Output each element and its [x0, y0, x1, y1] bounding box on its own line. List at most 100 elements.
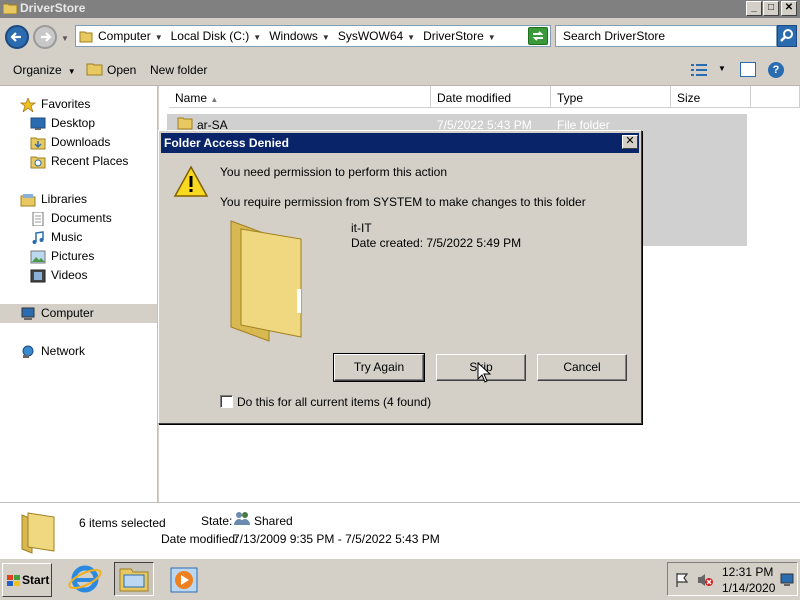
breadcrumb-item[interactable]: Local Disk (C:) ▼ — [171, 29, 262, 43]
refresh-icon — [532, 31, 544, 41]
navigation-pane: Favorites Desktop Downloads Recent Place… — [0, 86, 158, 502]
downloads-folder-icon — [30, 137, 46, 150]
try-again-button[interactable]: Try Again — [333, 353, 425, 382]
network-icon — [22, 345, 34, 358]
folder-icon — [230, 220, 302, 342]
nav-item-music[interactable]: Music — [30, 230, 82, 245]
dialog-title-bar: Folder Access Denied — [161, 133, 639, 153]
nav-item-desktop[interactable]: Desktop — [30, 116, 95, 131]
selection-count: 6 items selected — [79, 516, 166, 530]
action-center-flag-icon[interactable] — [674, 572, 690, 588]
taskbar-windows-explorer[interactable] — [114, 562, 154, 596]
chevron-down-icon[interactable]: ▼ — [253, 33, 261, 42]
nav-item-network[interactable]: Network — [20, 344, 85, 359]
nav-label: Desktop — [51, 116, 96, 130]
address-bar[interactable]: Computer ▼ Local Disk (C:) ▼ Windows ▼ SysW… — [75, 25, 594, 47]
breadcrumb-item[interactable]: SysWOW64 ▼ — [338, 29, 415, 43]
column-header-type[interactable]: Type — [551, 86, 671, 108]
nav-label: Network — [41, 344, 86, 358]
folder-icon — [177, 117, 193, 130]
column-label: Name — [175, 91, 208, 105]
breadcrumb-label: DriverStore — [423, 29, 484, 43]
chevron-down-icon[interactable]: ▼ — [488, 33, 496, 42]
column-header-empty — [751, 86, 800, 108]
window-title: DriverStore — [20, 1, 86, 15]
network-status-icon[interactable] — [780, 572, 796, 588]
search-input[interactable]: Search DriverStore — [555, 25, 777, 47]
close-button[interactable]: ✕ — [781, 1, 797, 16]
breadcrumb-item[interactable]: Computer ▼ — [98, 29, 163, 43]
dialog-folder-created: Date created: 7/5/2022 5:49 PM — [351, 236, 522, 250]
state-value: Shared — [254, 514, 293, 528]
nav-item-videos[interactable]: Videos — [30, 268, 87, 283]
nav-item-recent-places[interactable]: Recent Places — [30, 154, 128, 169]
search-button[interactable] — [777, 25, 797, 47]
dialog-detail: You require permission from SYSTEM to ma… — [220, 195, 586, 209]
date-modified-label: Date modified: — [161, 532, 239, 546]
nav-item-libraries[interactable]: Libraries — [20, 192, 87, 207]
folder-stack-icon — [21, 512, 55, 554]
folder-icon — [3, 3, 17, 14]
internet-explorer-icon — [68, 565, 102, 593]
taskbar: Start — [0, 558, 800, 600]
dialog-close-button[interactable]: ✕ — [622, 135, 638, 149]
chevron-down-icon[interactable]: ▼ — [322, 33, 330, 42]
breadcrumb-label: Computer — [98, 29, 151, 43]
breadcrumb-label: Windows — [269, 29, 318, 43]
volume-muted-icon[interactable] — [696, 572, 714, 588]
nav-item-pictures[interactable]: Pictures — [30, 249, 94, 264]
nav-label: Music — [51, 230, 83, 244]
organize-label: Organize — [13, 63, 62, 77]
clock-date[interactable]: 1/14/2020 — [722, 581, 775, 595]
view-options-dropdown-icon[interactable]: ▼ — [718, 64, 726, 73]
nav-label: Downloads — [51, 135, 111, 149]
organize-button[interactable]: Organize ▼ — [13, 63, 76, 77]
documents-icon — [32, 211, 44, 226]
chevron-down-icon[interactable]: ▼ — [155, 33, 163, 42]
start-button[interactable]: Start — [2, 563, 52, 597]
nav-item-downloads[interactable]: Downloads — [30, 135, 110, 150]
nav-item-documents[interactable]: Documents — [30, 211, 112, 226]
taskbar-internet-explorer[interactable] — [64, 562, 104, 596]
nav-label: Documents — [51, 211, 112, 225]
cancel-button[interactable]: Cancel — [537, 354, 627, 381]
apply-to-all-checkbox[interactable] — [220, 395, 233, 408]
nav-label: Computer — [41, 306, 94, 320]
new-folder-button[interactable]: New folder — [150, 63, 207, 77]
nav-label: Libraries — [41, 192, 88, 206]
apply-to-all-label[interactable]: Do this for all current items (4 found) — [237, 395, 431, 409]
back-arrow-icon — [10, 32, 21, 42]
recent-pages-dropdown-icon[interactable]: ▼ — [61, 34, 69, 43]
breadcrumb-label: Local Disk (C:) — [170, 29, 250, 43]
dialog-folder-name: it-IT — [351, 221, 372, 235]
dialog-title: Folder Access Denied — [164, 136, 289, 150]
nav-item-computer[interactable]: Computer — [20, 306, 94, 321]
recent-places-icon — [30, 156, 46, 169]
forward-arrow-icon — [41, 32, 52, 42]
help-icon[interactable]: ? — [768, 62, 784, 78]
open-button[interactable]: Open — [107, 63, 136, 77]
pictures-icon — [30, 250, 46, 264]
back-button[interactable] — [5, 25, 29, 49]
folder-access-denied-dialog: Folder Access Denied ✕ You need permissi… — [158, 130, 642, 424]
maximize-button[interactable]: □ — [763, 1, 779, 16]
change-view-icon[interactable] — [690, 63, 708, 77]
minimize-button[interactable]: _ — [746, 1, 762, 16]
nav-item-favorites[interactable]: Favorites — [20, 97, 90, 112]
libraries-icon — [20, 193, 36, 207]
preview-pane-button[interactable] — [740, 62, 756, 77]
clock-time[interactable]: 12:31 PM — [722, 565, 773, 579]
breadcrumb-item[interactable]: DriverStore ▼ — [423, 29, 496, 43]
taskbar-media-player[interactable] — [164, 562, 204, 596]
windows-logo-icon — [7, 575, 20, 586]
state-label: State: — [201, 514, 233, 528]
forward-button[interactable] — [33, 25, 57, 49]
sort-ascending-icon: ▲ — [210, 95, 219, 104]
column-header-name[interactable]: Name ▲ — [169, 86, 431, 108]
chevron-down-icon[interactable]: ▼ — [407, 33, 415, 42]
column-header-date-modified[interactable]: Date modified — [431, 86, 551, 108]
warning-icon — [173, 165, 209, 197]
breadcrumb-item[interactable]: Windows ▼ — [269, 29, 330, 43]
refresh-button[interactable] — [528, 27, 548, 45]
column-header-size[interactable]: Size — [671, 86, 751, 108]
